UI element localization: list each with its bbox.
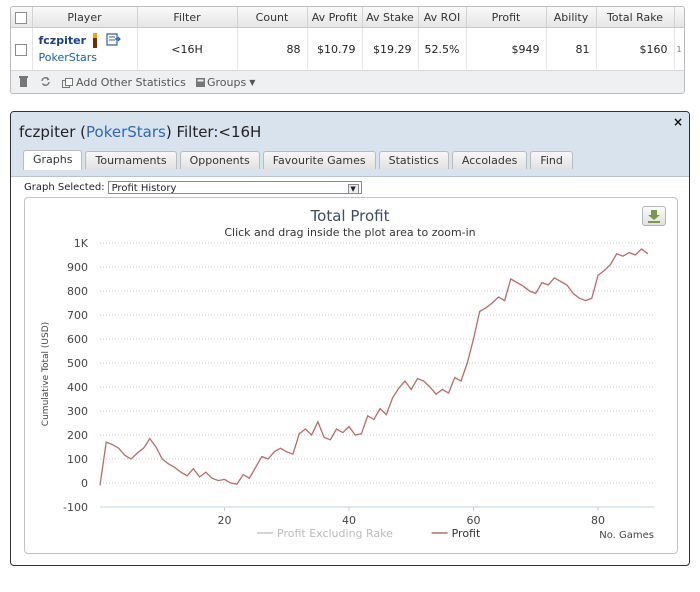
chart-container: 1K 900 800 700 600 500 400 300 200 100 0 -100 20 40 60… (24, 197, 678, 554)
overflow-cell: 1 (674, 27, 684, 70)
y-tick-label: -100 (63, 501, 88, 514)
table-header-row: Player Filter Count Av Profit Av Stake A… (11, 7, 684, 28)
ability-cell: 81 (546, 27, 597, 70)
y-tick-label: 200 (67, 429, 88, 442)
y-tick-label: 0 (81, 477, 88, 490)
close-icon[interactable]: × (673, 115, 683, 129)
panel-tabs: Graphs Tournaments Opponents Favourite G… (23, 150, 573, 170)
y-tick-label: 500 (67, 357, 88, 370)
x-tick-label: 40 (342, 514, 356, 527)
col-header-profit[interactable]: Profit (466, 7, 547, 28)
x-tick-label: 80 (591, 514, 605, 527)
profit-cell: $949 (466, 27, 547, 70)
y-tick-label: 600 (67, 333, 88, 346)
tab-favourite-games[interactable]: Favourite Games (262, 151, 376, 169)
add-statistics-label: Add Other Statistics (76, 76, 186, 89)
download-icon (648, 210, 660, 223)
y-axis-title: Cumulative Total (USD) (41, 322, 51, 426)
av-stake-cell: $19.29 (362, 27, 419, 70)
graph-selected-label: Graph Selected: (24, 182, 105, 193)
profit-chart[interactable]: 1K 900 800 700 600 500 400 300 200 100 0 -100 20 40 60… (25, 198, 677, 553)
total-rake-cell: $160 (596, 27, 675, 70)
player-panel: fczpiter (PokerStars) Filter:<16H × Grap… (10, 111, 690, 566)
tab-graphs[interactable]: Graphs (23, 150, 83, 170)
av-profit-cell: $10.79 (307, 27, 363, 70)
x-tick-label: 60 (466, 514, 480, 527)
col-header-player[interactable]: Player (32, 7, 138, 28)
series-line-profit[interactable] (99, 248, 649, 486)
download-chart-button[interactable] (642, 206, 666, 226)
tab-accolades[interactable]: Accolades (451, 151, 528, 169)
trash-icon[interactable] (19, 76, 28, 87)
panel-header: fczpiter (PokerStars) Filter:<16H × Grap… (11, 112, 689, 177)
col-header-total-rake[interactable]: Total Rake (596, 7, 675, 28)
refresh-icon[interactable] (40, 76, 51, 87)
title-player-name: fczpiter (19, 123, 76, 141)
groups-label: Groups (207, 76, 247, 89)
filter-cell: <16H (137, 27, 238, 70)
count-cell: 88 (237, 27, 308, 70)
col-header-count[interactable]: Count (237, 7, 308, 28)
chart-legend: Profit Excluding Rake Profit (257, 527, 481, 540)
tab-statistics[interactable]: Statistics (378, 151, 449, 169)
graph-selector: Graph Selected: Profit History ▼ (24, 181, 362, 194)
player-cell: fczpiter PokerStars (32, 27, 138, 70)
player-site-link[interactable]: PokerStars (39, 51, 131, 64)
col-header-av-stake[interactable]: Av Stake (362, 7, 419, 28)
col-header-av-roi[interactable]: Av ROI (418, 7, 467, 28)
y-tick-label: 900 (67, 261, 88, 274)
col-header-ability[interactable]: Ability (546, 7, 597, 28)
row-checkbox[interactable] (11, 27, 33, 70)
title-filter: ) Filter:<16H (165, 123, 262, 141)
y-tick-label: 1K (74, 237, 89, 250)
av-roi-cell: 52.5% (418, 27, 467, 70)
col-header-filter[interactable]: Filter (137, 7, 238, 28)
chevron-down-icon: ▼ (347, 184, 359, 194)
chart-subtitle: Click and drag inside the plot area to z… (224, 226, 475, 239)
y-tick-label: 800 (67, 285, 88, 298)
groups-icon (196, 78, 205, 87)
stats-table: Player Filter Count Av Profit Av Stake A… (11, 7, 684, 70)
tab-find[interactable]: Find (530, 151, 573, 169)
col-header-av-profit[interactable]: Av Profit (307, 7, 363, 28)
stats-table-panel: Player Filter Count Av Profit Av Stake A… (10, 6, 685, 94)
add-statistics-button[interactable]: Add Other Statistics (62, 76, 186, 89)
col-header-overflow (674, 7, 684, 28)
y-tick-label: 300 (67, 405, 88, 418)
y-tick-label: 400 (67, 381, 88, 394)
graph-select-value: Profit History (111, 183, 177, 194)
copy-icon (62, 77, 73, 88)
personal-best-icon (92, 33, 97, 48)
legend-item[interactable]: Profit Excluding Rake (277, 527, 393, 540)
x-tick-label: 20 (217, 514, 231, 527)
x-axis-title: No. Games (599, 530, 654, 541)
panel-title: fczpiter (PokerStars) Filter:<16H (19, 123, 261, 141)
chevron-down-icon: ▼ (249, 78, 256, 87)
select-all-checkbox[interactable] (11, 7, 33, 28)
table-row: fczpiter PokerStars <16H 88 $10.79 $19.2… (11, 27, 684, 70)
notes-icon[interactable] (105, 33, 121, 46)
groups-button[interactable]: Groups ▼ (196, 76, 255, 89)
chart-title: Total Profit (310, 207, 390, 225)
tab-opponents[interactable]: Opponents (179, 151, 260, 169)
title-site-link[interactable]: PokerStars (86, 123, 166, 141)
y-tick-label: 100 (67, 453, 88, 466)
tab-tournaments[interactable]: Tournaments (85, 151, 177, 169)
stats-toolbar: Add Other Statistics Groups ▼ (11, 70, 684, 93)
y-tick-label: 700 (67, 309, 88, 322)
legend-item[interactable]: Profit (452, 527, 481, 540)
graph-select-dropdown[interactable]: Profit History ▼ (107, 181, 362, 194)
